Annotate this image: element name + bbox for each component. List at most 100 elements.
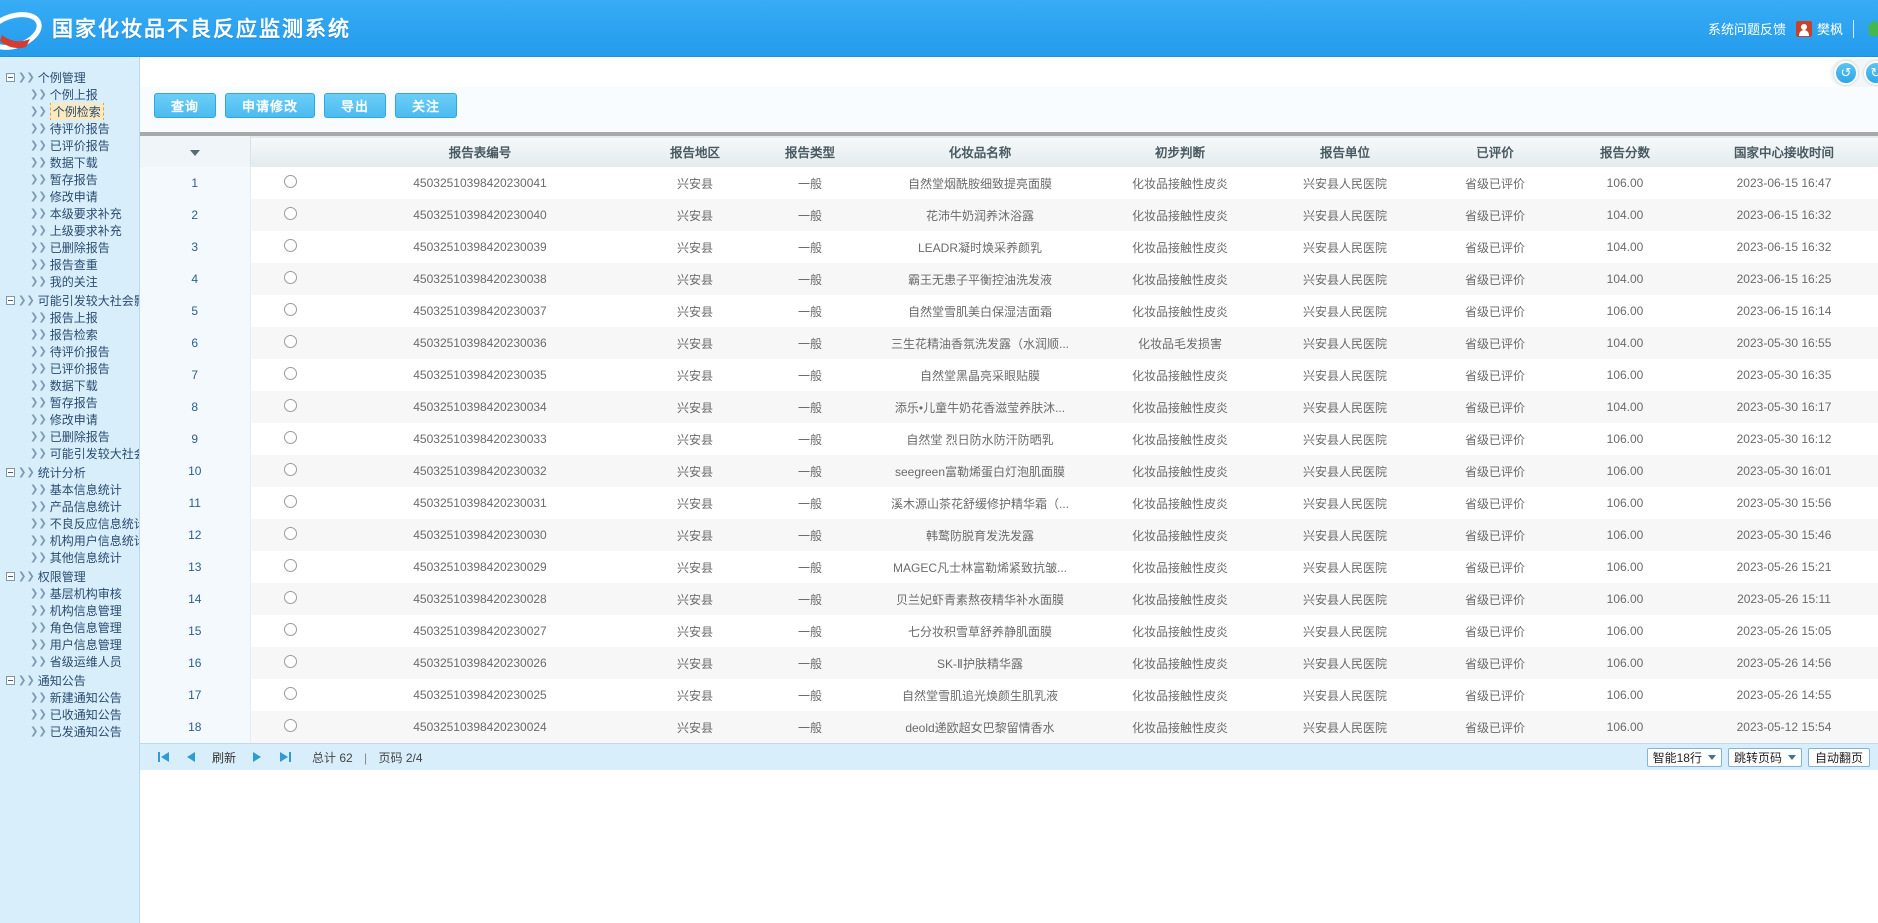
sidebar-item-0-4[interactable]: ❯❯ 数据下载	[4, 154, 139, 171]
sidebar-item-2-0[interactable]: ❯❯ 基本信息统计	[4, 481, 139, 498]
table-row[interactable]: 2 45032510398420230040 兴安县 一般 花沛牛奶润养沐浴露 化妆品接触…	[140, 199, 1878, 231]
history-refresh-button[interactable]: ↺	[1834, 61, 1858, 85]
sidebar-item-1-1[interactable]: ❯❯ 报告检索	[4, 326, 139, 343]
last-page-button[interactable]	[274, 748, 296, 766]
table-row[interactable]: 15 45032510398420230027 兴安县 一般 七分妆积雪草舒养静肌面膜 化…	[140, 615, 1878, 647]
table-row[interactable]: 6 45032510398420230036 兴安县 一般 三生花精油香氛洗发露（水润顺…	[140, 327, 1878, 359]
sidebar-item-4-1[interactable]: ❯❯ 已收通知公告	[4, 706, 139, 723]
table-row[interactable]: 14 45032510398420230028 兴安县 一般 贝兰妃虾青素熬夜精华补水面…	[140, 583, 1878, 615]
sidebar-item-3-0[interactable]: ❯❯ 基层机构审核	[4, 585, 139, 602]
table-row[interactable]: 17 45032510398420230025 兴安县 一般 自然堂雪肌追光焕颜生肌乳液…	[140, 679, 1878, 711]
sidebar-item-4-2[interactable]: ❯❯ 已发通知公告	[4, 723, 139, 740]
system-feedback-link[interactable]: 系统问题反馈	[1708, 19, 1786, 38]
sidebar-item-4-0[interactable]: ❯❯ 新建通知公告	[4, 689, 139, 706]
refresh-button[interactable]: 刷新	[212, 749, 236, 766]
sidebar-item-1-5[interactable]: ❯❯ 暂存报告	[4, 394, 139, 411]
collapse-icon[interactable]	[6, 73, 15, 82]
sidebar-item-3-4[interactable]: ❯❯ 省级运维人员	[4, 653, 139, 670]
sidebar-item-3-3[interactable]: ❯❯ 用户信息管理	[4, 636, 139, 653]
row-radio[interactable]	[283, 207, 297, 220]
row-radio[interactable]	[283, 687, 297, 700]
collapse-icon[interactable]	[6, 572, 15, 581]
sidebar-item-2-4[interactable]: ❯❯ 其他信息统计	[4, 549, 139, 566]
follow-button[interactable]: 关注	[395, 93, 458, 118]
sidebar-item-1-3[interactable]: ❯❯ 已评价报告	[4, 360, 139, 377]
tree-node-icon: ❯❯	[30, 588, 47, 599]
export-button[interactable]: 导出	[324, 93, 387, 118]
sidebar-item-1-0[interactable]: ❯❯ 报告上报	[4, 309, 139, 326]
auto-page-button[interactable]: 自动翻页	[1807, 747, 1870, 767]
sidebar-item-0-6[interactable]: ❯❯ 修改申请	[4, 188, 139, 205]
sidebar-item-0-8[interactable]: ❯❯ 上级要求补充	[4, 222, 139, 239]
row-radio[interactable]	[283, 303, 297, 316]
sidebar-item-0-11[interactable]: ❯❯ 我的关注	[4, 273, 139, 290]
sidebar-item-1-8[interactable]: ❯❯可能引发较大社会影响的	[4, 445, 139, 462]
row-radio[interactable]	[283, 655, 297, 668]
sidebar-item-0-9[interactable]: ❯❯ 已删除报告	[4, 239, 139, 256]
sidebar-item-1-4[interactable]: ❯❯ 数据下载	[4, 377, 139, 394]
sidebar-group-4[interactable]: ❯❯ 通知公告	[4, 672, 139, 689]
row-radio[interactable]	[283, 527, 297, 540]
table-row[interactable]: 12 45032510398420230030 兴安县 一般 韩鹜防脱育发洗发露 化妆品接…	[140, 519, 1878, 551]
table-row[interactable]: 11 45032510398420230031 兴安县 一般 溪木源山茶花舒缓修护精华霜…	[140, 487, 1878, 519]
username[interactable]: 樊枫	[1817, 19, 1843, 38]
row-radio[interactable]	[283, 463, 297, 476]
sidebar-group-1[interactable]: ❯❯可能引发较大社会影响的	[4, 292, 139, 309]
sidebar-item-1-6[interactable]: ❯❯ 修改申请	[4, 411, 139, 428]
sidebar-item-2-3[interactable]: ❯❯ 机构用户信息统计	[4, 532, 139, 549]
table-row[interactable]: 13 45032510398420230029 兴安县 一般 MAGEC凡士林富勒烯紧致…	[140, 551, 1878, 583]
row-radio[interactable]	[283, 367, 297, 380]
prev-page-button[interactable]	[180, 748, 202, 766]
home-icon[interactable]	[1864, 19, 1878, 38]
row-radio[interactable]	[283, 591, 297, 604]
sidebar-item-2-1[interactable]: ❯❯ 产品信息统计	[4, 498, 139, 515]
table-row[interactable]: 18 45032510398420230024 兴安县 一般 deold递欧超女巴黎留情…	[140, 711, 1878, 743]
sidebar-item-0-10[interactable]: ❯❯ 报告查重	[4, 256, 139, 273]
row-radio[interactable]	[283, 719, 297, 732]
sidebar-item-0-7[interactable]: ❯❯ 本级要求补充	[4, 205, 139, 222]
sidebar-item-2-2[interactable]: ❯❯ 不良反应信息统计	[4, 515, 139, 532]
sidebar-item-3-1[interactable]: ❯❯ 机构信息管理	[4, 602, 139, 619]
table-row[interactable]: 8 45032510398420230034 兴安县 一般 添乐•儿童牛奶花香滋莹养肤沐…	[140, 391, 1878, 423]
row-radio[interactable]	[283, 399, 297, 412]
row-radio[interactable]	[283, 623, 297, 636]
table-row[interactable]: 16 45032510398420230026 兴安县 一般 SK-Ⅱ护肤精华露 化妆品接…	[140, 647, 1878, 679]
sidebar-item-0-0[interactable]: ❯❯ 个例上报	[4, 86, 139, 103]
jump-page-select[interactable]: 跳转页码	[1727, 747, 1802, 767]
collapse-icon[interactable]	[6, 676, 15, 685]
row-radio[interactable]	[283, 495, 297, 508]
table-row[interactable]: 9 45032510398420230033 兴安县 一般 自然堂 烈日防水防汗防晒乳 化…	[140, 423, 1878, 455]
select-all-dropdown[interactable]	[140, 134, 251, 167]
sidebar-group-0[interactable]: ❯❯ 个例管理	[4, 69, 139, 86]
query-button[interactable]: 查询	[154, 93, 217, 118]
table-row[interactable]: 10 45032510398420230032 兴安县 一般 seegreen富勒烯蛋白…	[140, 455, 1878, 487]
rows-per-page-select[interactable]: 智能18行	[1646, 747, 1722, 767]
row-radio[interactable]	[283, 175, 297, 188]
sidebar-item-1-2[interactable]: ❯❯ 待评价报告	[4, 343, 139, 360]
row-radio[interactable]	[283, 559, 297, 572]
table-row[interactable]: 7 45032510398420230035 兴安县 一般 自然堂黑晶亮采眼贴膜 化妆品接…	[140, 359, 1878, 391]
sidebar-item-0-5[interactable]: ❯❯ 暂存报告	[4, 171, 139, 188]
sidebar-item-0-1[interactable]: ❯❯ 个例检索	[4, 103, 139, 120]
table-row[interactable]: 5 45032510398420230037 兴安县 一般 自然堂雪肌美白保湿洁面霜 化妆…	[140, 295, 1878, 327]
sidebar-item-3-2[interactable]: ❯❯ 角色信息管理	[4, 619, 139, 636]
table-row[interactable]: 1 45032510398420230041 兴安县 一般 自然堂烟酰胺细致提亮面膜 化妆…	[140, 167, 1878, 199]
row-radio[interactable]	[283, 271, 297, 284]
row-radio[interactable]	[283, 335, 297, 348]
sidebar-group-3[interactable]: ❯❯ 权限管理	[4, 568, 139, 585]
collapse-icon[interactable]	[6, 468, 15, 477]
row-radio[interactable]	[283, 431, 297, 444]
collapse-icon[interactable]	[6, 296, 15, 305]
table-row[interactable]: 4 45032510398420230038 兴安县 一般 霸王无患子平衡控油洗发液 化妆…	[140, 263, 1878, 295]
sidebar-item-0-2[interactable]: ❯❯ 待评价报告	[4, 120, 139, 137]
sidebar-item-0-3[interactable]: ❯❯ 已评价报告	[4, 137, 139, 154]
sidebar-group-2[interactable]: ❯❯ 统计分析	[4, 464, 139, 481]
table-row[interactable]: 3 45032510398420230039 兴安县 一般 LEADR凝时焕采养颜乳 化妆…	[140, 231, 1878, 263]
next-page-button[interactable]	[246, 748, 268, 766]
sidebar-item-1-7[interactable]: ❯❯ 已删除报告	[4, 428, 139, 445]
apply-modify-button[interactable]: 申请修改	[225, 93, 316, 118]
row-radio[interactable]	[283, 239, 297, 252]
corner-extra-button[interactable]: ↻	[1864, 61, 1878, 85]
first-page-button[interactable]	[152, 748, 174, 766]
cell-0: 45032510398420230035	[413, 368, 547, 382]
